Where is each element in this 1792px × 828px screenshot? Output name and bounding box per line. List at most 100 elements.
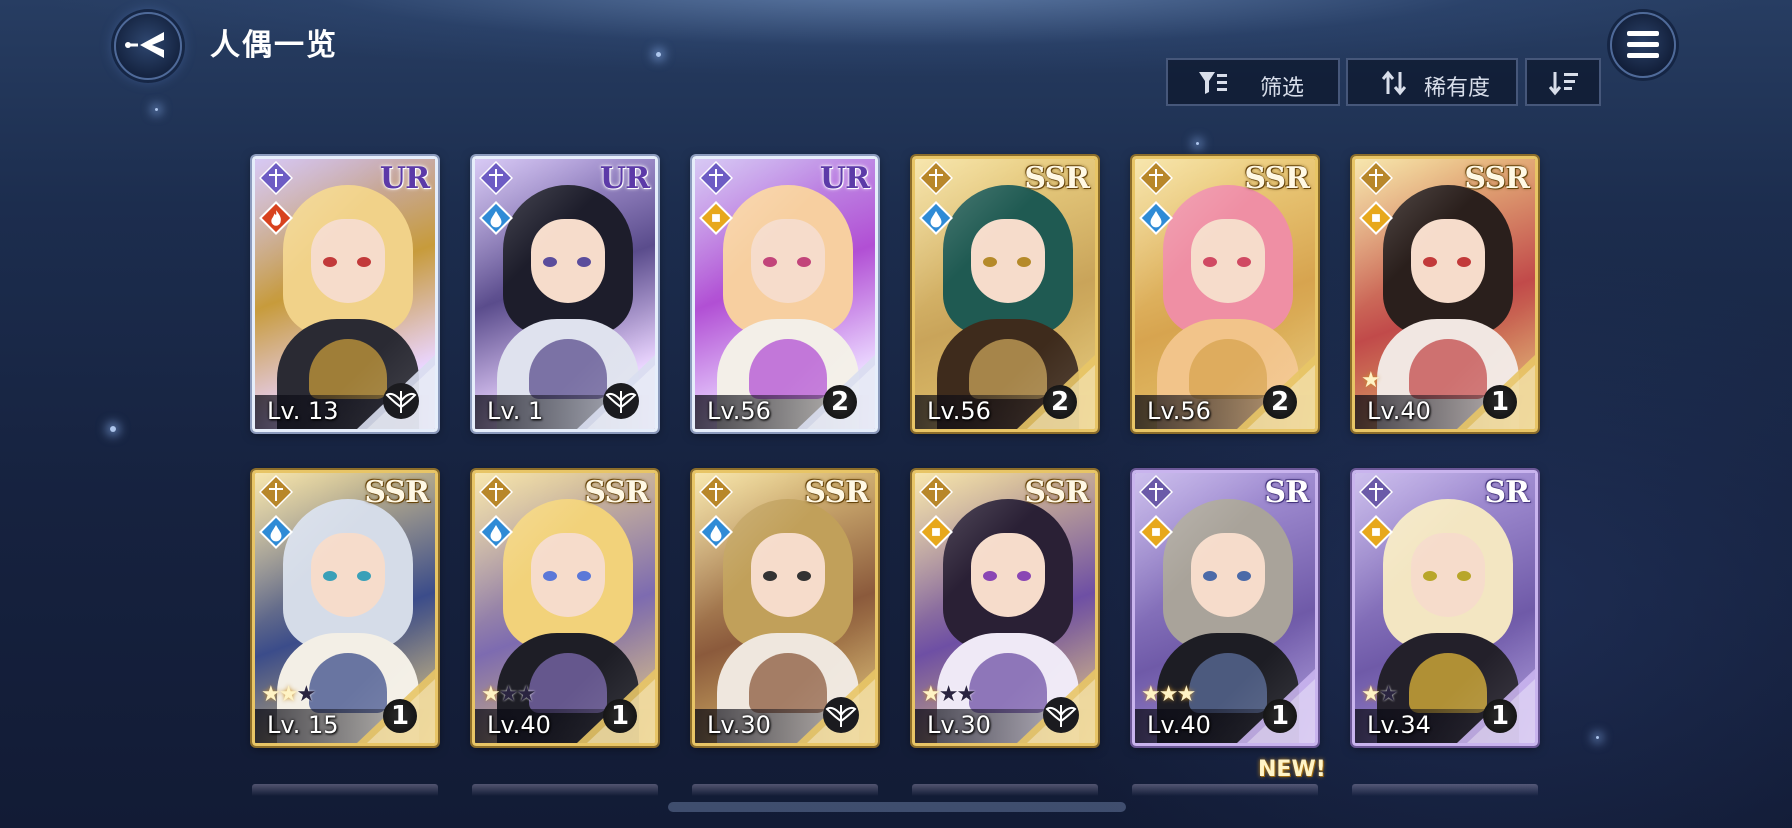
sort-descending-icon [1549, 72, 1578, 96]
next-row-card-peek [1352, 784, 1538, 796]
star-icon: ★ [1176, 682, 1196, 707]
doll-card[interactable]: SSR Lv.56 2 [1132, 156, 1318, 432]
sort-label: 稀有度 [1424, 76, 1491, 101]
doll-card[interactable]: UR Lv. 1 [472, 156, 658, 432]
element-light-icon [1359, 201, 1393, 235]
level-text: Lv.40 [487, 711, 551, 739]
star-icon: ★ [921, 682, 941, 707]
rarity-label: SSR [1024, 475, 1090, 510]
awakening-count: 1 [603, 699, 637, 733]
scrollbar[interactable] [668, 802, 1126, 812]
class-icon [919, 475, 953, 509]
doll-card[interactable]: SSR Lv.30 [692, 470, 878, 746]
sparkle [155, 108, 158, 111]
next-row-card-peek [252, 784, 438, 796]
element-water-icon [919, 201, 953, 235]
class-icon [1359, 161, 1393, 195]
doll-card[interactable]: UR Lv. 13 [252, 156, 438, 432]
class-icon [699, 161, 733, 195]
class-icon [919, 161, 953, 195]
filter-icon [1199, 72, 1227, 94]
rarity-label: UR [599, 161, 650, 196]
doll-card[interactable]: SSR Lv.40 ★★★ 1 [472, 470, 658, 746]
level-text: Lv.34 [1367, 711, 1431, 739]
menu-button[interactable] [1610, 12, 1676, 78]
class-icon [1359, 475, 1393, 509]
next-row-card-peek [472, 784, 658, 796]
awakening-count: 2 [1263, 385, 1297, 419]
doll-card[interactable]: SSR Lv.56 2 [912, 156, 1098, 432]
rarity-label: SSR [1244, 161, 1310, 196]
level-text: Lv. 1 [487, 397, 544, 425]
back-button[interactable] [114, 12, 182, 80]
rarity-label: SSR [584, 475, 650, 510]
doll-card[interactable]: SSR Lv.40 ★ 1 [1352, 156, 1538, 432]
rarity-label: SR [1264, 475, 1310, 510]
element-light-icon [919, 515, 953, 549]
star-rating: ★★★ [921, 682, 976, 707]
star-icon: ★ [1361, 682, 1381, 707]
level-text: Lv.56 [707, 397, 771, 425]
next-row-card-peek [1132, 784, 1318, 796]
awakening-count: 2 [1043, 385, 1077, 419]
class-icon [479, 475, 513, 509]
star-icon: ★ [1158, 682, 1179, 707]
star-icon: ★ [498, 682, 519, 707]
doll-card[interactable]: SR Lv.40 ★★★ 1 [1132, 470, 1318, 746]
star-icon: ★ [1361, 368, 1381, 393]
hamburger-menu-icon [1627, 53, 1659, 58]
class-icon [259, 161, 293, 195]
doll-card[interactable]: SSR Lv.30 ★★★ [912, 470, 1098, 746]
star-icon: ★ [296, 682, 316, 707]
awakening-count: 2 [823, 385, 857, 419]
star-rating: ★★ [1361, 682, 1399, 707]
element-light-icon [1139, 515, 1173, 549]
class-icon [479, 161, 513, 195]
element-water-icon [1139, 201, 1173, 235]
star-icon: ★ [481, 682, 501, 707]
rarity-label: UR [379, 161, 430, 196]
rarity-label: SSR [364, 475, 430, 510]
level-text: Lv.30 [927, 711, 991, 739]
level-text: Lv. 13 [267, 397, 339, 425]
element-water-icon [479, 201, 513, 235]
rarity-label: SSR [804, 475, 870, 510]
sort-rarity-button[interactable]: 稀有度 [1346, 58, 1518, 106]
sparkle [110, 426, 116, 432]
star-icon: ★ [278, 682, 299, 707]
rarity-label: SSR [1024, 161, 1090, 196]
element-water-icon [479, 515, 513, 549]
level-text: Lv. 15 [267, 711, 339, 739]
star-rating: ★★★ [1141, 682, 1196, 707]
awakening-count: 1 [1483, 699, 1517, 733]
star-icon: ★ [1378, 682, 1399, 707]
element-water-icon [259, 515, 293, 549]
hamburger-menu-icon [1627, 31, 1659, 36]
sort-swap-icon [1382, 70, 1406, 96]
wing-emblem-icon [823, 697, 859, 733]
doll-card[interactable]: SR Lv.34 ★★ 1 [1352, 470, 1538, 746]
doll-card[interactable]: SSR Lv. 15 ★★★ 1 [252, 470, 438, 746]
next-row-card-peek [692, 784, 878, 796]
element-fire-icon [259, 201, 293, 235]
class-icon [699, 475, 733, 509]
filter-button[interactable]: 筛选 [1166, 58, 1340, 106]
level-text: Lv.30 [707, 711, 771, 739]
star-icon: ★ [1141, 682, 1161, 707]
star-icon: ★ [261, 682, 281, 707]
class-icon [1139, 161, 1173, 195]
rarity-label: SR [1484, 475, 1530, 510]
sort-order-button[interactable] [1525, 58, 1601, 106]
doll-card[interactable]: UR Lv.56 2 [692, 156, 878, 432]
new-badge: NEW! [1258, 757, 1326, 782]
hamburger-menu-icon [1627, 42, 1659, 47]
rarity-label: SSR [1464, 161, 1530, 196]
rarity-label: UR [819, 161, 870, 196]
page-title: 人偶一览 [210, 28, 338, 63]
filter-label: 筛选 [1260, 76, 1305, 101]
element-light-icon [699, 201, 733, 235]
back-arrow-icon [125, 32, 164, 58]
awakening-count: 1 [383, 699, 417, 733]
level-text: Lv.56 [927, 397, 991, 425]
wing-emblem-icon [603, 383, 639, 419]
